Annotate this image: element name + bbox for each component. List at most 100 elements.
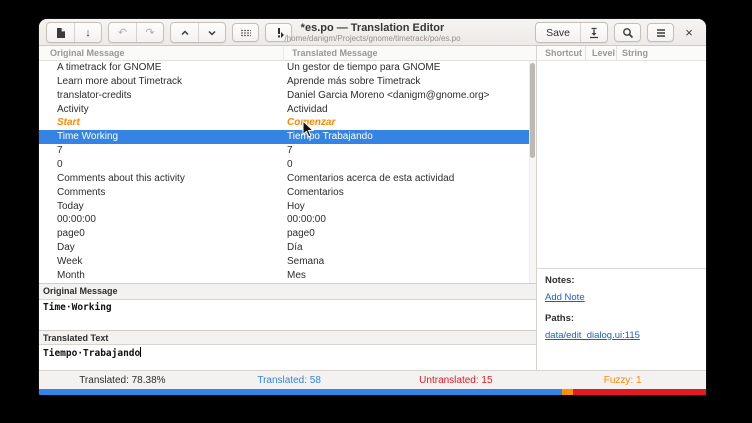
original-message-cell: Week <box>39 255 284 269</box>
message-row[interactable]: Today Hoy <box>39 200 536 214</box>
status-item: Translated: 58 <box>206 375 373 386</box>
save-button[interactable]: Save <box>536 23 580 42</box>
translated-text-textview[interactable]: Tiempo·Trabajando <box>39 345 536 370</box>
message-row[interactable]: Start Comenzar <box>39 116 536 130</box>
translated-message-cell: Comentarios acerca de esta actividad <box>284 172 536 186</box>
original-message-cell: Activity <box>39 103 284 117</box>
add-note-link[interactable]: Add Note <box>545 291 585 304</box>
message-table-header: Original Message Translated Message <box>39 46 536 61</box>
progress-segment <box>39 389 562 395</box>
shortcut-column-header[interactable]: Shortcut <box>537 46 586 60</box>
undo-redo-group: ↶ ↷ <box>108 22 164 43</box>
exclamation-arrow-icon <box>273 27 285 39</box>
message-row[interactable]: Month Mes <box>39 269 536 283</box>
save-as-button[interactable] <box>580 23 607 42</box>
progress-segment <box>573 389 706 395</box>
message-row[interactable]: Learn more about Timetrack Aprende más s… <box>39 75 536 89</box>
redo-icon: ↷ <box>145 26 154 39</box>
fuzzy-toggle-button[interactable] <box>232 23 259 42</box>
message-row[interactable]: 7 7 <box>39 144 536 158</box>
previous-message-button[interactable] <box>171 23 198 42</box>
content-area: Original Message Translated Message A ti… <box>39 46 706 370</box>
translated-message-cell: Comentarios <box>284 186 536 200</box>
message-nav-group <box>170 22 226 43</box>
level-column-header[interactable]: Level <box>586 46 617 60</box>
translated-text-panel-label: Translated Text <box>39 330 536 345</box>
paths-label: Paths: <box>545 312 698 325</box>
save-as-icon <box>588 27 600 39</box>
translated-message-cell: Día <box>284 241 536 255</box>
redo-button[interactable]: ↷ <box>136 23 163 42</box>
search-button[interactable] <box>614 23 641 42</box>
original-message-cell: 7 <box>39 144 284 158</box>
undo-button[interactable]: ↶ <box>109 23 136 42</box>
translation-editor-window: ↓ ↶ ↷ <box>39 19 706 395</box>
translated-message-cell: Comenzar <box>284 116 536 130</box>
translated-message-cell: Actividad <box>284 103 536 117</box>
menu-button[interactable] <box>647 23 674 42</box>
translation-progress-bar <box>39 389 706 395</box>
close-icon: × <box>685 25 693 40</box>
notes-section: Notes: Add Note Paths: data/edit_dialog.… <box>537 268 706 370</box>
message-row[interactable]: Comments about this activity Comentarios… <box>39 172 536 186</box>
original-message-cell: Comments <box>39 186 284 200</box>
file-path-subtitle: /home/danigm/Projects/gnome/timetrack/po… <box>284 34 460 43</box>
original-message-cell: translator-credits <box>39 89 284 103</box>
original-message-column-header[interactable]: Original Message <box>39 46 284 60</box>
status-item: Untranslated: 15 <box>373 375 540 386</box>
string-column-header[interactable]: String <box>617 46 706 60</box>
message-row[interactable]: 0 0 <box>39 158 536 172</box>
original-message-cell: Start <box>39 116 284 130</box>
message-row[interactable]: page0 page0 <box>39 227 536 241</box>
message-row[interactable]: 00:00:00 00:00:00 <box>39 213 536 227</box>
original-message-cell: A timetrack for GNOME <box>39 61 284 75</box>
open-file-button[interactable] <box>47 23 74 42</box>
translated-message-cell: Semana <box>284 255 536 269</box>
original-message-textview[interactable]: Time·Working <box>39 300 536 330</box>
original-message-cell: Comments about this activity <box>39 172 284 186</box>
path-link[interactable]: data/edit_dialog.ui:115 <box>545 329 640 342</box>
window-title-area: *es.po — Translation Editor /home/danigm… <box>284 22 460 43</box>
original-message-cell: Today <box>39 200 284 214</box>
window-title: *es.po — Translation Editor <box>284 22 460 34</box>
original-message-cell: 00:00:00 <box>39 213 284 227</box>
close-window-button[interactable]: × <box>680 23 698 42</box>
translated-message-cell: 00:00:00 <box>284 213 536 227</box>
arrow-down-icon: ↓ <box>85 27 91 39</box>
translated-message-cell: Daniel Garcia Moreno <danigm@gnome.org> <box>284 89 536 103</box>
progress-segment <box>562 389 573 395</box>
status-item: Fuzzy: 1 <box>539 375 706 386</box>
translated-message-column-header[interactable]: Translated Message <box>284 46 536 60</box>
desktop-background: ↓ ↶ ↷ <box>0 0 752 423</box>
text-caret <box>140 347 141 357</box>
translated-message-cell: Tiempo Trabajando <box>284 130 536 144</box>
original-message-panel-label: Original Message <box>39 283 536 300</box>
original-message-cell: Time Working <box>39 130 284 144</box>
save-button-group: Save <box>535 22 608 43</box>
original-message-cell: Learn more about Timetrack <box>39 75 284 89</box>
scrollbar-thumb[interactable] <box>530 63 535 158</box>
original-message-cell: Month <box>39 269 284 283</box>
hamburger-menu-icon <box>655 28 667 38</box>
message-row[interactable]: A timetrack for GNOME Un gestor de tiemp… <box>39 61 536 75</box>
translated-message-cell: 0 <box>284 158 536 172</box>
original-message-cell: Day <box>39 241 284 255</box>
sidebar-empty-table <box>537 61 706 268</box>
search-icon <box>622 27 634 39</box>
message-row[interactable]: Comments Comentarios <box>39 186 536 200</box>
sidebar-pane: Shortcut Level String Notes: Add Note Pa… <box>536 46 706 370</box>
original-message-cell: page0 <box>39 227 284 241</box>
download-button[interactable]: ↓ <box>74 23 101 42</box>
message-row[interactable]: Activity Actividad <box>39 103 536 117</box>
translated-message-cell: 7 <box>284 144 536 158</box>
notes-label: Notes: <box>545 274 698 287</box>
translated-message-cell: Mes <box>284 269 536 283</box>
message-table-scrollbar[interactable] <box>529 61 536 283</box>
original-message-cell: 0 <box>39 158 284 172</box>
next-message-button[interactable] <box>198 23 225 42</box>
message-row[interactable]: Time Working Tiempo Trabajando <box>39 130 536 144</box>
message-row[interactable]: Week Semana <box>39 255 536 269</box>
message-row[interactable]: translator-credits Daniel Garcia Moreno … <box>39 89 536 103</box>
translated-message-cell: Hoy <box>284 200 536 214</box>
message-row[interactable]: Day Día <box>39 241 536 255</box>
